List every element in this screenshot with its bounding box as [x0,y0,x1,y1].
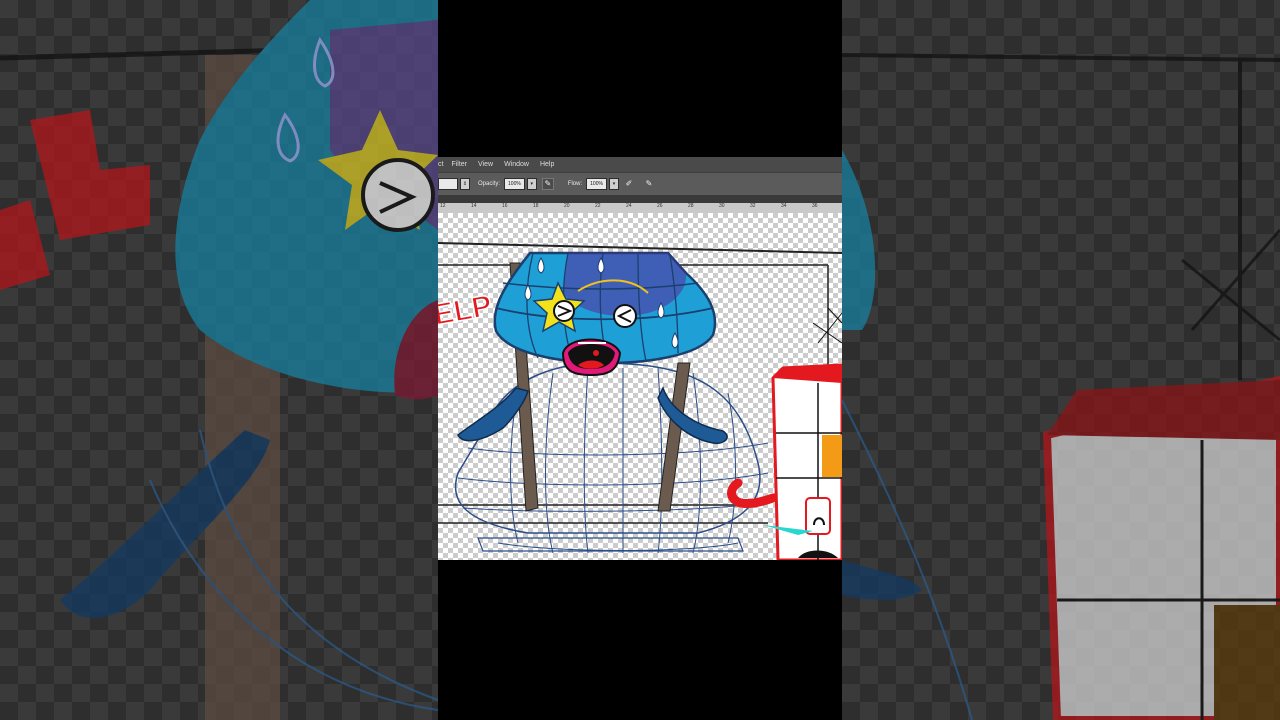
blurred-artwork-left [0,0,438,720]
brush-preset-dropdown[interactable]: ⇕ [460,178,470,190]
ruler-tick: 32 [750,203,756,209]
ruler-tick: 30 [719,203,725,209]
airbrush-icon[interactable]: ✐ [624,179,634,189]
menu-item-view[interactable]: View [478,161,493,168]
brush-preset-picker[interactable] [438,178,458,190]
menu-item-select[interactable]: ct [438,161,443,168]
ruler-tick: 36 [812,203,818,209]
opacity-input[interactable]: 100% [504,178,525,190]
tablet-pressure-icon[interactable]: ✎ [541,178,554,190]
brush-pressure-icon[interactable]: ✎ [644,179,654,189]
menu-bar: ct Filter View Window Help [438,157,842,172]
menu-item-window[interactable]: Window [504,161,529,168]
blurred-background-right [842,0,1280,720]
document-canvas[interactable]: ELP [438,213,842,560]
ruler-tick: 18 [533,203,539,209]
ruler-tick: 26 [657,203,663,209]
ruler-tick: 22 [595,203,601,209]
ruler-tick: 12 [440,203,446,209]
ruler-tick: 16 [502,203,508,209]
options-bar: ⇕ Opacity: 100% ▾ ✎ Flow: 100% ▾ ✐ ✎ [438,172,842,196]
ruler-tick: 14 [471,203,477,209]
opacity-label: Opacity: [478,181,501,187]
blurred-background-left [0,0,438,720]
ruler-tick: 28 [688,203,694,209]
menu-item-filter[interactable]: Filter [451,161,467,168]
menu-item-help[interactable]: Help [540,161,554,168]
document-tab-strip [438,195,842,203]
blurred-artwork-right [842,53,1280,720]
flow-label: Flow: [567,181,583,187]
video-frame: ct Filter View Window Help ⇕ Opacity: 10… [438,0,842,720]
ruler-tick: 24 [626,203,632,209]
ruler-tick: 34 [781,203,787,209]
opacity-dropdown[interactable]: ▾ [526,178,537,190]
ruler-tick: 20 [564,203,570,209]
help-text: ELP [438,289,494,332]
photoshop-window: ct Filter View Window Help ⇕ Opacity: 10… [438,157,842,560]
flow-input[interactable]: 100% [586,178,607,190]
artwork-drawing: ELP [438,242,842,560]
flow-dropdown[interactable]: ▾ [608,178,619,190]
